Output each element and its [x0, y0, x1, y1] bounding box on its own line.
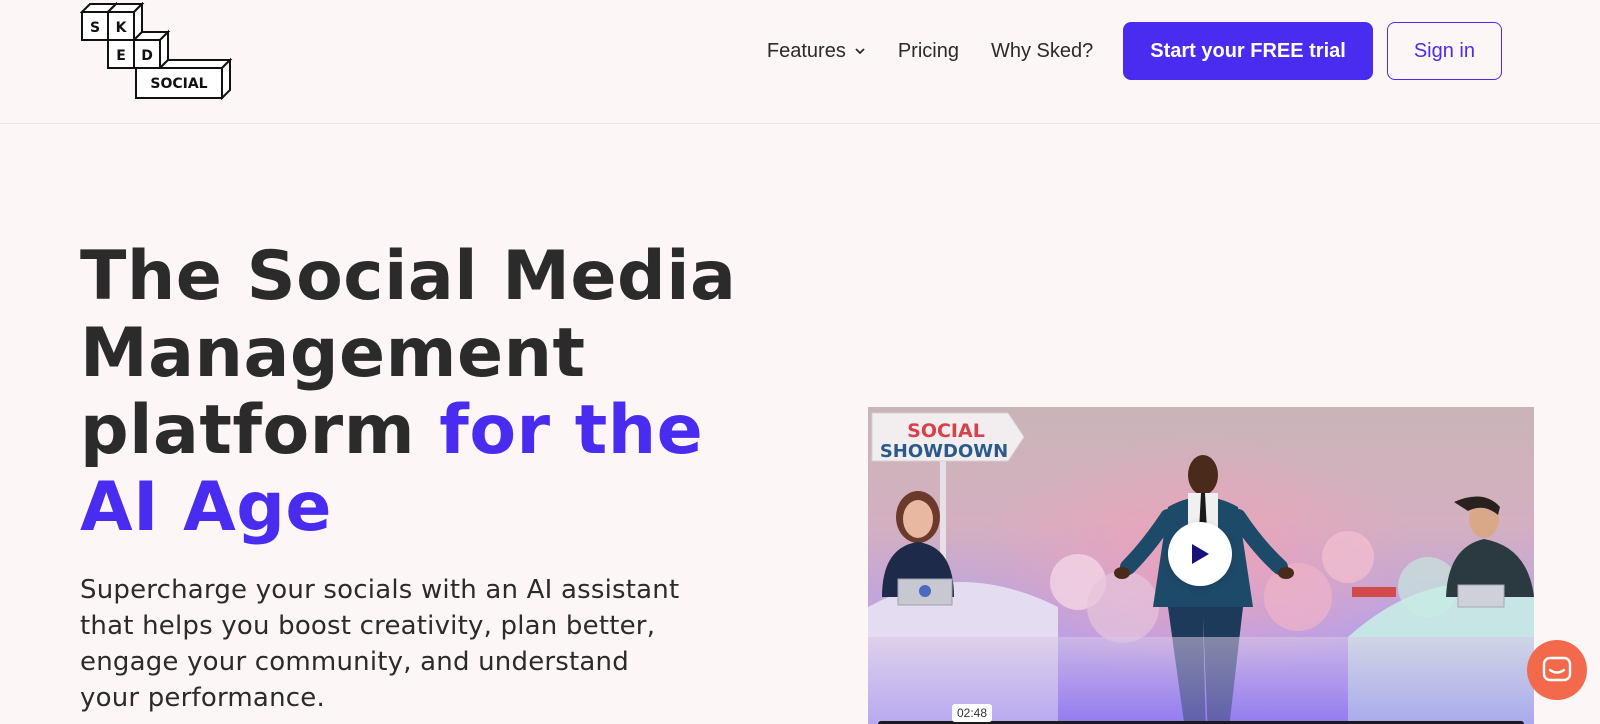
main-nav: Features Pricing Why Sked? Start your FR…: [767, 22, 1502, 80]
sked-social-logo[interactable]: S K E D SOCIAL: [80, 2, 236, 100]
play-icon: [1192, 544, 1209, 564]
chat-launcher-button[interactable]: [1527, 640, 1587, 700]
sign-in-button[interactable]: Sign in: [1386, 22, 1502, 80]
hero-title: The Social Media Management platform for…: [80, 238, 780, 546]
sign-text-showdown: SHOWDOWN: [880, 441, 1008, 462]
logo-letter-s: S: [90, 20, 100, 36]
hero-subtitle: Supercharge your socials with an AI assi…: [80, 575, 680, 713]
logo-letter-d: D: [141, 48, 153, 64]
video-duration: 02:48: [952, 704, 993, 722]
play-button[interactable]: [1168, 522, 1232, 586]
sign-text-social: SOCIAL: [907, 420, 985, 442]
logo-letter-e: E: [116, 48, 126, 64]
logo-word-social: SOCIAL: [150, 76, 207, 92]
nav-features-label: Features: [766, 39, 846, 62]
start-free-trial-button[interactable]: Start your FREE trial: [1123, 22, 1373, 80]
chat-icon: [1542, 656, 1572, 682]
nav-why-sked[interactable]: Why Sked?: [991, 40, 1093, 63]
logo-letter-k: K: [116, 20, 128, 36]
nav-features[interactable]: Features: [767, 40, 866, 63]
site-header: S K E D SOCIAL Features Pricing Why Sked…: [0, 0, 1600, 124]
chevron-down-icon: [855, 48, 865, 55]
promo-video[interactable]: SOCIAL SHOWDOWN 02:48: [868, 407, 1534, 724]
nav-pricing[interactable]: Pricing: [898, 40, 959, 63]
